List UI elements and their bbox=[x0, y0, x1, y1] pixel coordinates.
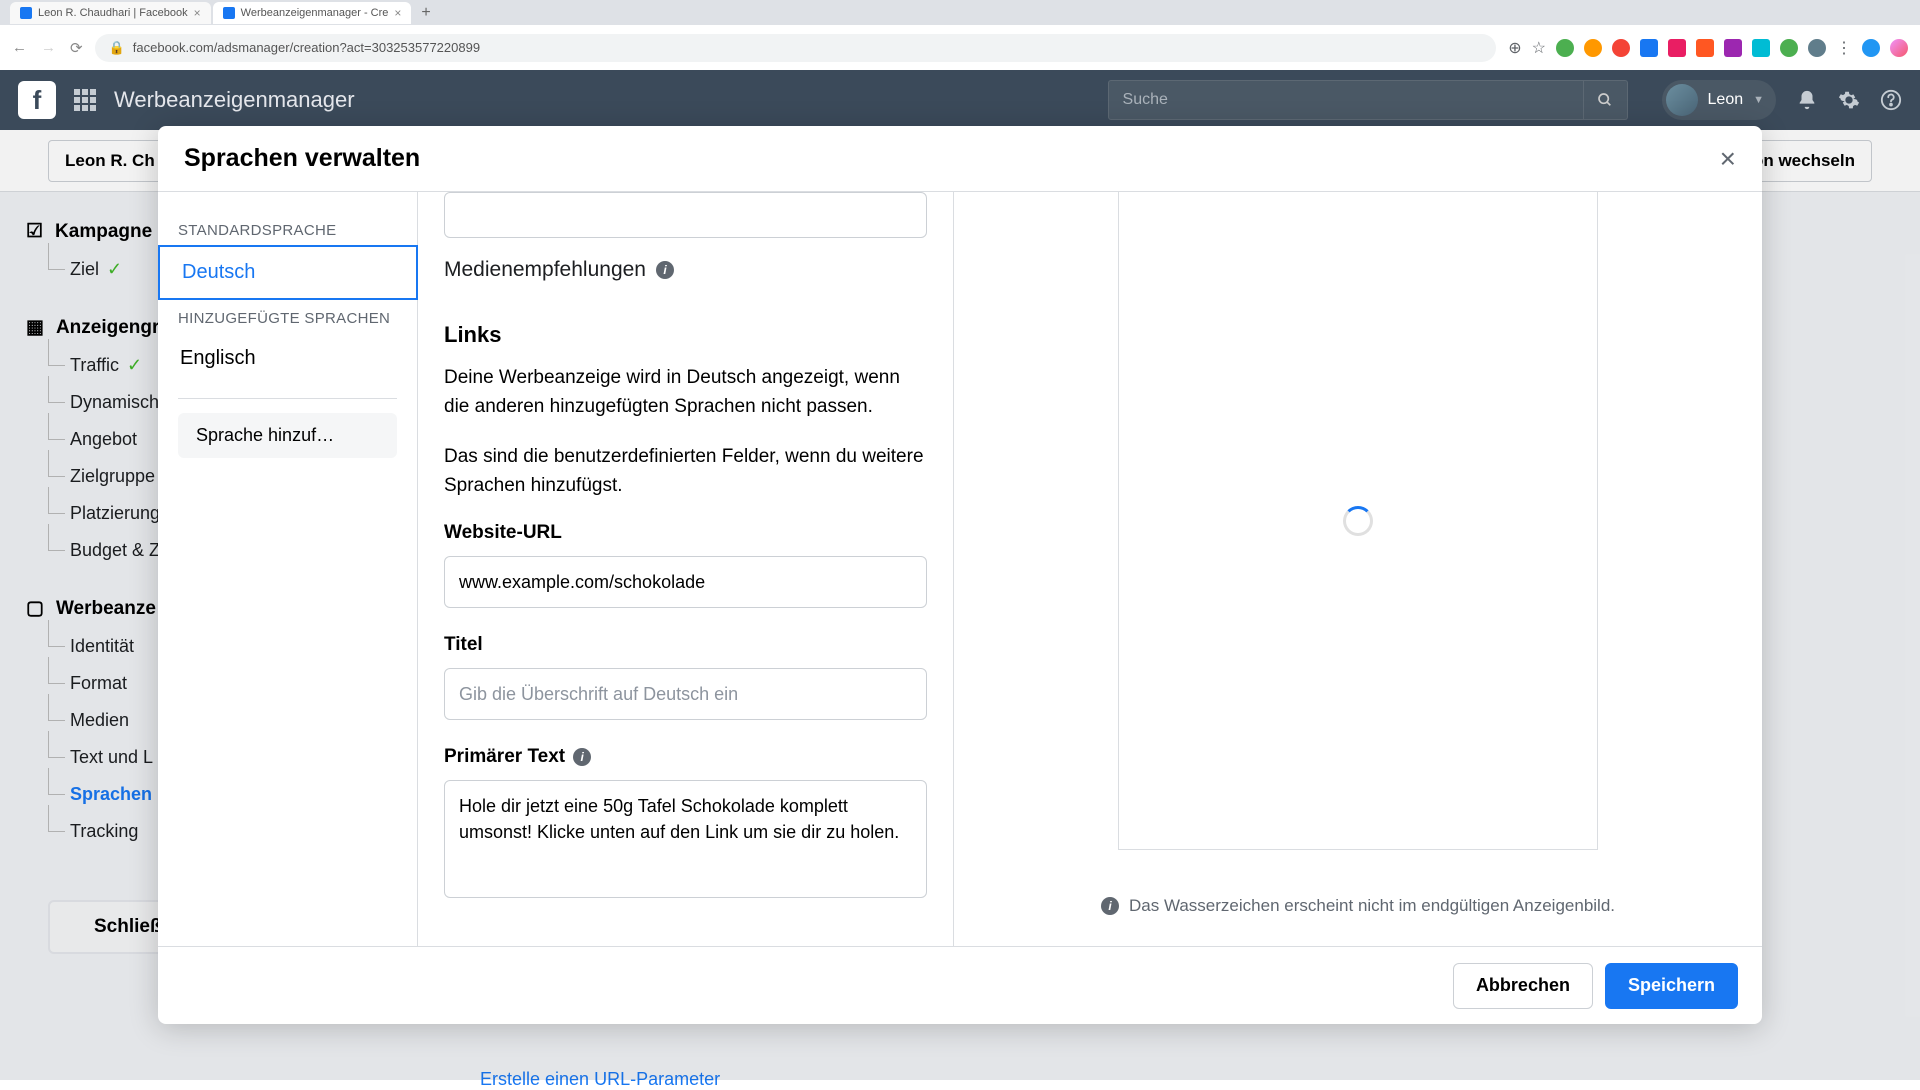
extension-icon[interactable] bbox=[1668, 39, 1686, 57]
app-header: f Werbeanzeigenmanager Leon ▼ bbox=[0, 70, 1920, 130]
save-button[interactable]: Speichern bbox=[1605, 963, 1738, 1009]
browser-chrome: Leon R. Chaudhari | Facebook × Werbeanze… bbox=[0, 0, 1920, 70]
lock-icon: 🔒 bbox=[109, 40, 125, 56]
title-input[interactable] bbox=[444, 668, 927, 720]
preview-panel: i Das Wasserzeichen erscheint nicht im e… bbox=[954, 192, 1762, 946]
forward-icon[interactable]: → bbox=[41, 39, 56, 57]
modal-footer: Abbrechen Speichern bbox=[158, 946, 1762, 1024]
manage-languages-modal: Sprachen verwalten × STANDARDSPRACHE Deu… bbox=[158, 126, 1762, 1024]
tab-title: Leon R. Chaudhari | Facebook bbox=[38, 7, 188, 19]
browser-tab[interactable]: Leon R. Chaudhari | Facebook × bbox=[10, 2, 211, 24]
primary-text-label: Primärer Text i bbox=[444, 746, 927, 768]
close-icon[interactable]: × bbox=[1720, 143, 1736, 175]
language-panel: STANDARDSPRACHE Deutsch HINZUGEFÜGTE SPR… bbox=[158, 192, 418, 946]
header-right: Leon ▼ bbox=[1662, 80, 1902, 120]
add-language-button[interactable]: Sprache hinzuf… bbox=[178, 413, 397, 458]
address-bar: ← → ⟳ 🔒 facebook.com/adsmanager/creation… bbox=[0, 25, 1920, 70]
cancel-button[interactable]: Abbrechen bbox=[1453, 963, 1593, 1009]
info-icon: i bbox=[1101, 897, 1119, 915]
lang-item-default[interactable]: Deutsch bbox=[158, 245, 418, 300]
tab-title: Werbeanzeigenmanager - Cre bbox=[241, 7, 389, 19]
extension-icon[interactable] bbox=[1556, 39, 1574, 57]
new-tab-button[interactable]: + bbox=[413, 4, 438, 22]
facebook-icon bbox=[223, 7, 235, 19]
added-langs-label: HINZUGEFÜGTE SPRACHEN bbox=[158, 300, 417, 333]
extension-icon[interactable] bbox=[1584, 39, 1602, 57]
search-button[interactable] bbox=[1584, 80, 1628, 120]
default-lang-label: STANDARDSPRACHE bbox=[158, 212, 417, 245]
extension-icon[interactable] bbox=[1640, 39, 1658, 57]
extension-icon[interactable] bbox=[1696, 39, 1714, 57]
website-url-input[interactable] bbox=[444, 556, 927, 608]
tab-bar: Leon R. Chaudhari | Facebook × Werbeanze… bbox=[0, 0, 1920, 25]
star-icon[interactable]: ☆ bbox=[1532, 38, 1546, 58]
menu-icon[interactable]: ⋮ bbox=[1836, 38, 1852, 58]
url-label: Website-URL bbox=[444, 522, 927, 544]
back-icon[interactable]: ← bbox=[12, 39, 27, 57]
modal-title: Sprachen verwalten bbox=[184, 144, 420, 173]
form-panel: Medienempfehlungen i Links Deine Werbean… bbox=[418, 192, 954, 946]
profile-avatar[interactable] bbox=[1890, 39, 1908, 57]
input-stub[interactable] bbox=[444, 192, 927, 238]
close-icon[interactable]: × bbox=[394, 6, 401, 20]
search-input[interactable] bbox=[1108, 80, 1584, 120]
extensions: ⊕ ☆ ⋮ bbox=[1508, 38, 1908, 58]
reload-icon[interactable]: ⟳ bbox=[70, 39, 83, 57]
extension-icon[interactable] bbox=[1780, 39, 1798, 57]
close-icon[interactable]: × bbox=[194, 6, 201, 20]
user-name: Leon bbox=[1708, 91, 1744, 109]
title-label: Titel bbox=[444, 634, 927, 656]
info-icon[interactable]: i bbox=[573, 748, 591, 766]
modal-header: Sprachen verwalten × bbox=[158, 126, 1762, 192]
loading-spinner bbox=[1343, 506, 1373, 536]
search-icon bbox=[1597, 92, 1613, 108]
nav-arrows: ← → ⟳ bbox=[12, 39, 83, 57]
extension-icon[interactable] bbox=[1724, 39, 1742, 57]
avatar bbox=[1666, 84, 1698, 116]
url-field[interactable]: 🔒 facebook.com/adsmanager/creation?act=3… bbox=[95, 34, 1497, 62]
user-menu[interactable]: Leon ▼ bbox=[1662, 80, 1776, 120]
notifications-icon[interactable] bbox=[1796, 89, 1818, 111]
preview-box bbox=[1118, 192, 1598, 850]
help-icon[interactable] bbox=[1880, 89, 1902, 111]
extension-icon[interactable] bbox=[1612, 39, 1630, 57]
app-title: Werbeanzeigenmanager bbox=[114, 87, 355, 113]
divider bbox=[178, 398, 397, 399]
extension-icon[interactable] bbox=[1808, 39, 1826, 57]
info-paragraph: Deine Werbeanzeige wird in Deutsch angez… bbox=[444, 364, 927, 421]
extension-icon[interactable] bbox=[1862, 39, 1880, 57]
info-icon[interactable]: i bbox=[656, 261, 674, 279]
extension-icon[interactable] bbox=[1752, 39, 1770, 57]
apps-grid-icon[interactable] bbox=[74, 89, 96, 111]
links-heading: Links bbox=[444, 322, 927, 348]
gear-icon[interactable] bbox=[1838, 89, 1860, 111]
zoom-icon[interactable]: ⊕ bbox=[1508, 38, 1521, 58]
watermark-note: i Das Wasserzeichen erscheint nicht im e… bbox=[1101, 896, 1615, 916]
facebook-icon bbox=[20, 7, 32, 19]
media-recommendations: Medienempfehlungen i bbox=[444, 258, 927, 282]
chevron-down-icon: ▼ bbox=[1753, 94, 1764, 106]
lang-item[interactable]: Englisch bbox=[158, 333, 417, 384]
info-paragraph: Das sind die benutzerdefinierten Felder,… bbox=[444, 443, 927, 500]
search-container bbox=[1108, 80, 1628, 120]
browser-tab[interactable]: Werbeanzeigenmanager - Cre × bbox=[213, 2, 412, 24]
url-text: facebook.com/adsmanager/creation?act=303… bbox=[133, 40, 480, 55]
primary-text-input[interactable] bbox=[444, 780, 927, 898]
facebook-logo[interactable]: f bbox=[18, 81, 56, 119]
